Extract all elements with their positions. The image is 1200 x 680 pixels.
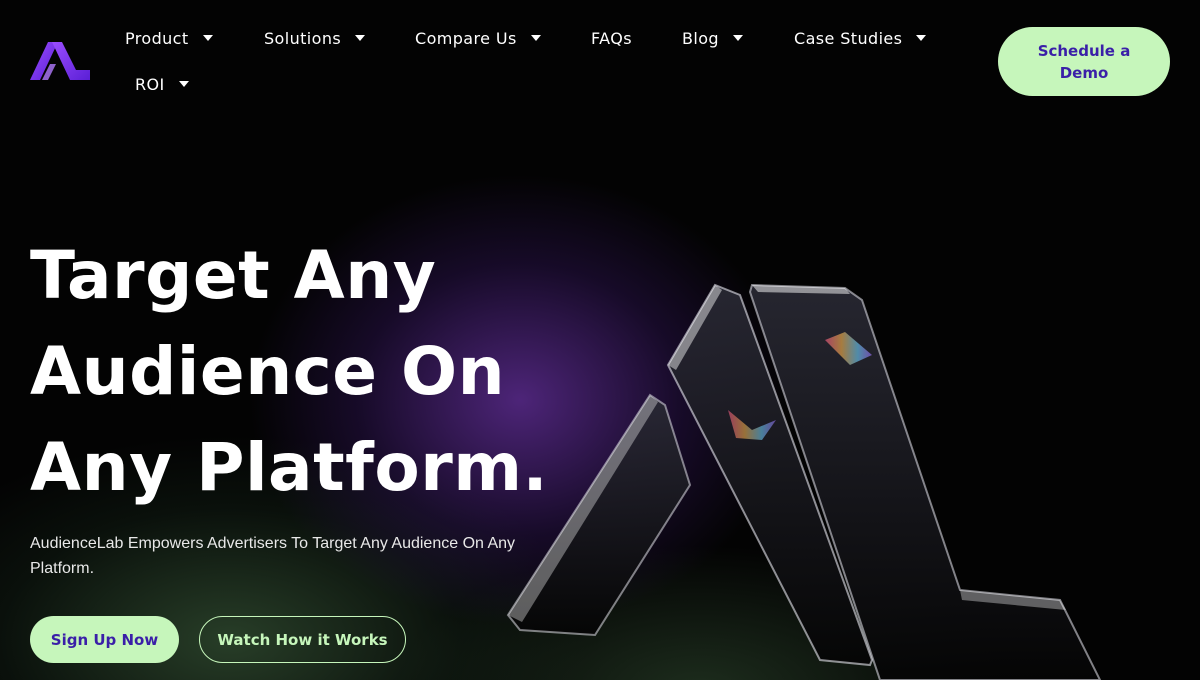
chevron-down-icon bbox=[355, 35, 366, 41]
nav-item-roi[interactable]: ROI bbox=[135, 73, 189, 95]
nav-item-label: ROI bbox=[135, 74, 165, 94]
chevron-down-icon bbox=[732, 35, 743, 41]
nav-item-label: Case Studies bbox=[794, 28, 903, 48]
nav-item-case-studies[interactable]: Case Studies bbox=[794, 27, 927, 49]
audiencelab-logo-icon[interactable] bbox=[30, 42, 90, 80]
nav-item-compare-us[interactable]: Compare Us bbox=[415, 27, 541, 49]
hero-title-line: Any Platform. bbox=[30, 429, 549, 506]
site-header: Product Solutions Compare Us FAQs Blog C… bbox=[0, 0, 1200, 110]
hero-title-line: Target Any bbox=[30, 237, 437, 314]
nav-item-faqs[interactable]: FAQs bbox=[591, 27, 632, 49]
watch-how-it-works-button[interactable]: Watch How it Works bbox=[199, 616, 406, 663]
nav-item-blog[interactable]: Blog bbox=[682, 27, 743, 49]
chevron-down-icon bbox=[202, 35, 213, 41]
nav-item-product[interactable]: Product bbox=[125, 27, 213, 49]
sign-up-button[interactable]: Sign Up Now bbox=[30, 616, 179, 663]
hero-title: Target Any Audience On Any Platform. bbox=[30, 228, 590, 516]
chevron-down-icon bbox=[916, 35, 927, 41]
nav-item-label: Compare Us bbox=[415, 28, 517, 48]
chevron-down-icon bbox=[178, 81, 189, 87]
chevron-down-icon bbox=[530, 35, 541, 41]
schedule-demo-button[interactable]: Schedule a Demo bbox=[998, 27, 1170, 96]
glass-logo-sculpture-icon bbox=[506, 283, 1102, 680]
nav-item-label: Product bbox=[125, 28, 189, 48]
hero-title-line: Audience On bbox=[30, 333, 506, 410]
nav-item-label: Blog bbox=[682, 28, 719, 48]
hero-subtitle: AudienceLab Empowers Advertisers To Targ… bbox=[30, 535, 516, 577]
nav-item-solutions[interactable]: Solutions bbox=[264, 27, 366, 49]
nav-item-label: Solutions bbox=[264, 28, 342, 48]
nav-item-label: FAQs bbox=[591, 28, 632, 48]
